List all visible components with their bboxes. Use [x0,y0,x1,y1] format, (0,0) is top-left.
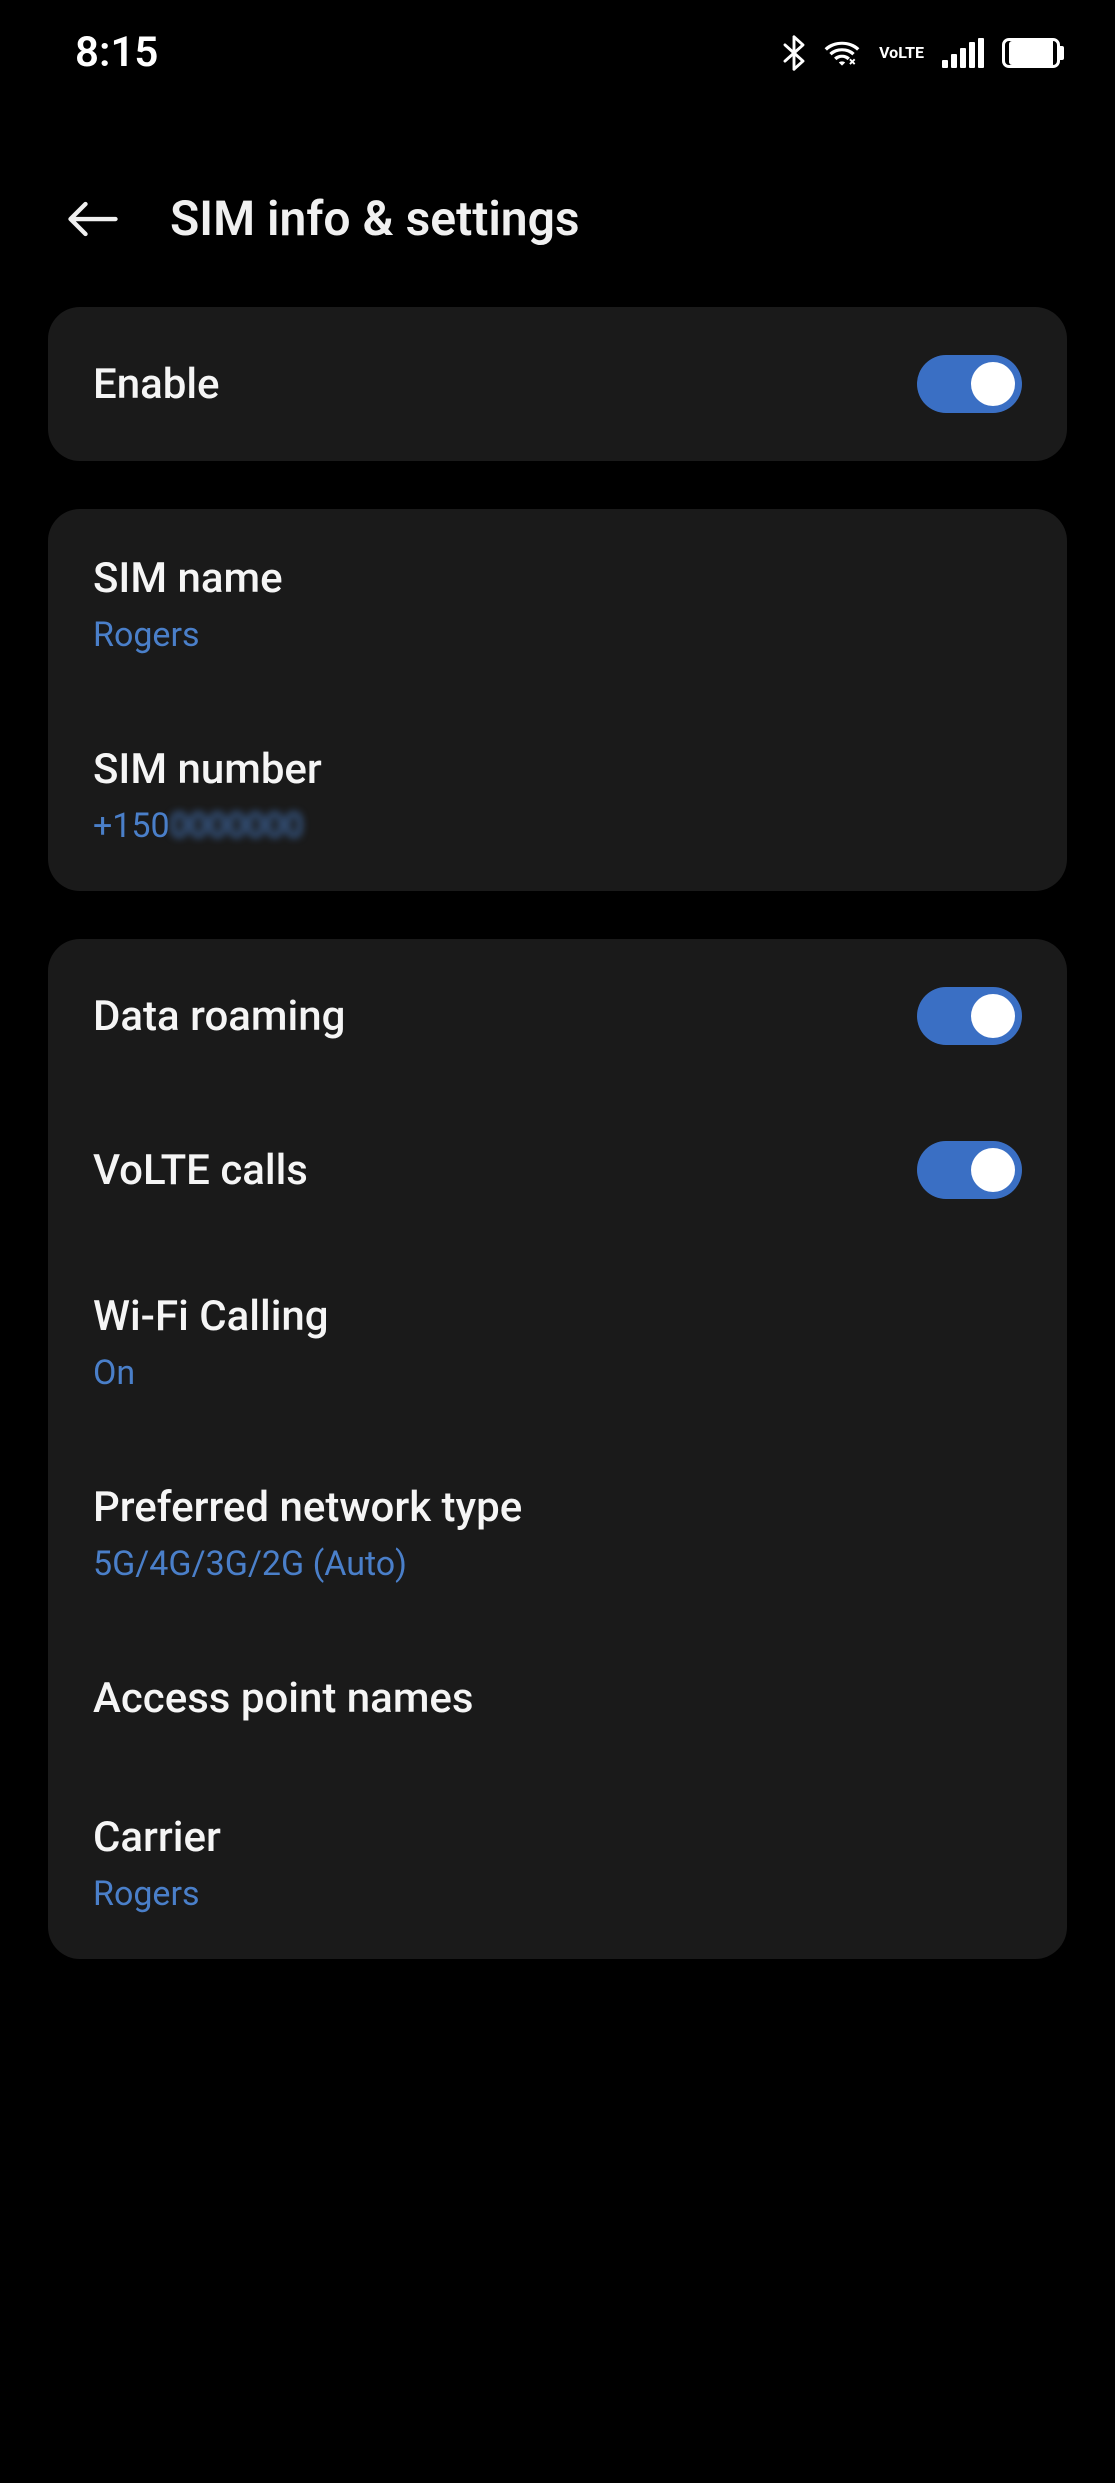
apn-label: Access point names [93,1674,1022,1723]
bluetooth-icon [783,35,805,71]
status-time: 8:15 [75,28,158,77]
preferred-network-label: Preferred network type [93,1483,1022,1532]
status-icons: Vo LTE [783,35,1060,71]
signal-icon [942,38,984,68]
sim-number-value: +1500000000 [93,806,1022,846]
carrier-label: Carrier [93,1813,1022,1862]
volte-row[interactable]: VoLTE calls [48,1093,1067,1247]
enable-toggle[interactable] [917,355,1022,413]
back-button[interactable] [65,191,120,246]
sim-number-label: SIM number [93,745,1022,794]
wifi-calling-row[interactable]: Wi-Fi Calling On [48,1247,1067,1438]
volte-icon: Vo LTE [879,45,924,61]
volte-label: VoLTE calls [93,1146,308,1195]
apn-row[interactable]: Access point names [48,1629,1067,1768]
wifi-calling-value: On [93,1353,1022,1393]
sim-name-label: SIM name [93,554,1022,603]
enable-row[interactable]: Enable [48,307,1067,461]
enable-label: Enable [93,360,220,409]
page-title: SIM info & settings [170,190,580,247]
sim-number-row[interactable]: SIM number +1500000000 [48,700,1067,891]
status-bar: 8:15 Vo LTE [0,0,1115,100]
sim-name-row[interactable]: SIM name Rogers [48,509,1067,700]
network-card: Data roaming VoLTE calls Wi-Fi Calling O… [48,939,1067,1959]
data-roaming-toggle[interactable] [917,987,1022,1045]
content: Enable SIM name Rogers SIM number +15000… [0,307,1115,1959]
preferred-network-row[interactable]: Preferred network type 5G/4G/3G/2G (Auto… [48,1438,1067,1629]
carrier-value: Rogers [93,1874,1022,1914]
preferred-network-value: 5G/4G/3G/2G (Auto) [93,1544,1022,1584]
wifi-calling-label: Wi-Fi Calling [93,1292,1022,1341]
header: SIM info & settings [0,100,1115,307]
battery-icon [1002,38,1060,68]
carrier-row[interactable]: Carrier Rogers [48,1768,1067,1959]
enable-card: Enable [48,307,1067,461]
data-roaming-row[interactable]: Data roaming [48,939,1067,1093]
sim-info-card: SIM name Rogers SIM number +1500000000 [48,509,1067,891]
volte-toggle[interactable] [917,1141,1022,1199]
data-roaming-label: Data roaming [93,992,345,1041]
sim-name-value: Rogers [93,615,1022,655]
wifi-icon [823,38,861,68]
